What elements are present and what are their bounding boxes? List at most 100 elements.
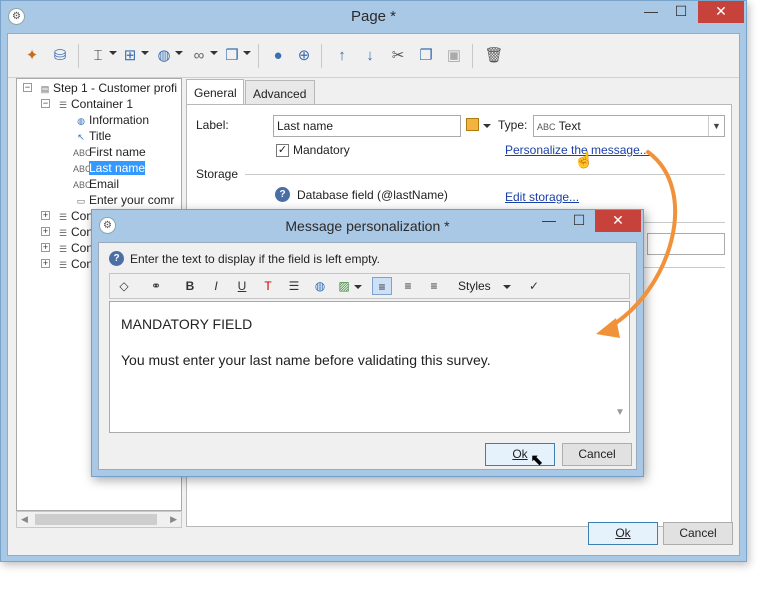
- message-editor[interactable]: MANDATORY FIELD You must enter your last…: [109, 301, 630, 433]
- type-select[interactable]: ABC Text ▼: [533, 115, 725, 137]
- container-icon: ☰: [58, 227, 68, 238]
- tree-item-title[interactable]: ↖ Title: [73, 128, 111, 144]
- cursor-icon: ↖: [77, 131, 85, 142]
- scroll-left-icon[interactable]: ◀: [21, 514, 28, 525]
- label-input[interactable]: Last name: [273, 115, 461, 137]
- rich-text-toolbar: ◇ ⚭ B I U T ☰ ◍ ▨ ≡ ≡ ≡ Styles ✓: [109, 273, 630, 299]
- chevron-down-icon[interactable]: [243, 51, 251, 55]
- bold-icon[interactable]: B: [180, 277, 200, 295]
- maximize-button[interactable]: ☐: [666, 1, 696, 23]
- tab-advanced[interactable]: Advanced: [245, 80, 315, 106]
- container-icon: ☰: [58, 211, 68, 222]
- expand-toggle[interactable]: +: [41, 243, 50, 252]
- editor-body: You must enter your last name before val…: [121, 352, 491, 368]
- binoculars-icon[interactable]: ⚭: [146, 277, 166, 295]
- align-right-icon[interactable]: ≡: [424, 277, 444, 295]
- chevron-down-icon[interactable]: [483, 124, 491, 128]
- text-color-icon[interactable]: T: [258, 277, 278, 295]
- help-icon: ?: [275, 187, 290, 202]
- tree-item-comment[interactable]: ▭ Enter your comr: [73, 192, 175, 208]
- mandatory-checkbox[interactable]: ✓ Mandatory: [276, 143, 350, 158]
- scroll-right-icon[interactable]: ▶: [170, 514, 177, 525]
- tree-item-email[interactable]: ABCEmail: [73, 176, 119, 192]
- window-title: Page *: [350, 8, 397, 25]
- collapse-toggle[interactable]: −: [41, 99, 50, 108]
- tree-item-information[interactable]: ◍ Information: [73, 112, 149, 128]
- field-icon[interactable]: ⊞: [120, 46, 140, 66]
- tree-item-container[interactable]: ☰ Container 1: [55, 96, 133, 112]
- tab-general[interactable]: General: [186, 79, 244, 106]
- storage-heading: Storage: [196, 167, 239, 181]
- hand-cursor-icon: ☝: [574, 152, 594, 169]
- align-left-icon[interactable]: ≡: [372, 277, 392, 295]
- image-icon[interactable]: ▨: [334, 277, 354, 295]
- personalization-icon[interactable]: [466, 118, 479, 131]
- type-caption: Type:: [498, 118, 528, 132]
- dialog-maximize-button[interactable]: ☐: [564, 210, 594, 232]
- text-cursor-icon[interactable]: ⌶: [88, 46, 108, 66]
- italic-icon[interactable]: I: [206, 277, 226, 295]
- arrow-up-icon[interactable]: ↑: [332, 46, 352, 66]
- bullet-list-icon[interactable]: ☰: [284, 277, 304, 295]
- dialog-close-button[interactable]: ✕: [595, 210, 641, 232]
- paste-icon[interactable]: ▣: [444, 46, 464, 66]
- ok-button[interactable]: Ok: [588, 522, 658, 545]
- wand-icon[interactable]: ✦: [22, 46, 42, 66]
- label-caption: Label:: [196, 118, 229, 132]
- chevron-down-icon[interactable]: [210, 51, 218, 55]
- editor-scrollbar[interactable]: ▼: [612, 302, 629, 432]
- chevron-down-icon[interactable]: [109, 51, 117, 55]
- help-icon: ?: [109, 251, 124, 266]
- database-field-label: Database field (@lastName): [297, 188, 448, 202]
- dialog-cancel-button[interactable]: Cancel: [562, 443, 632, 466]
- chevron-down-icon[interactable]: ▼: [708, 116, 724, 136]
- link-globe-icon[interactable]: ◍: [310, 277, 330, 295]
- chevron-down-icon[interactable]: [175, 51, 183, 55]
- styles-select[interactable]: Styles: [458, 279, 491, 293]
- copy-icon[interactable]: ❐: [416, 46, 436, 66]
- text-field-icon: ABC: [73, 179, 92, 190]
- dialog-client: ? Enter the text to display if the field…: [98, 242, 637, 470]
- chevron-down-icon[interactable]: [141, 51, 149, 55]
- underline-icon[interactable]: U: [232, 277, 252, 295]
- dialog-hint: Enter the text to display if the field i…: [130, 252, 380, 266]
- tree-item-first-name[interactable]: ABCFirst name: [73, 144, 146, 160]
- globe-icon[interactable]: ◍: [154, 46, 174, 66]
- page-icon: ▤: [40, 83, 50, 94]
- container-icon: ☰: [58, 259, 68, 270]
- tree-item-last-name[interactable]: ABCLast name: [73, 160, 146, 176]
- add-user-icon[interactable]: ⊕: [294, 46, 314, 66]
- database-icon[interactable]: ⛁: [50, 46, 70, 66]
- text-field-icon: ABC: [73, 147, 92, 158]
- title-bar[interactable]: ⚙ Page * — ☐ ✕: [1, 1, 746, 33]
- tree-item-step[interactable]: ▤ Step 1 - Customer profi: [37, 80, 177, 96]
- link-icon[interactable]: ∞: [189, 46, 209, 66]
- scroll-thumb[interactable]: [35, 514, 157, 525]
- hidden-input[interactable]: [647, 233, 725, 255]
- scroll-down-icon[interactable]: ▼: [615, 407, 625, 418]
- cancel-button[interactable]: Cancel: [663, 522, 733, 545]
- expand-toggle[interactable]: +: [41, 259, 50, 268]
- package-icon[interactable]: ❒: [222, 46, 242, 66]
- edit-storage-link[interactable]: Edit storage...: [505, 190, 579, 204]
- dialog-minimize-button[interactable]: —: [534, 210, 564, 232]
- text-field-icon: ABC: [73, 163, 92, 174]
- expand-toggle[interactable]: +: [41, 211, 50, 220]
- close-button[interactable]: ✕: [698, 1, 744, 23]
- tree-horizontal-scrollbar[interactable]: ◀ ▶: [16, 511, 182, 528]
- chevron-down-icon[interactable]: [354, 285, 362, 289]
- collapse-toggle[interactable]: −: [23, 83, 32, 92]
- source-icon[interactable]: ◇: [114, 277, 134, 295]
- cut-icon[interactable]: ✂: [388, 46, 408, 66]
- trash-icon[interactable]: 🗑: [484, 46, 504, 66]
- container-icon: ☰: [58, 99, 68, 110]
- expand-toggle[interactable]: +: [41, 227, 50, 236]
- align-center-icon[interactable]: ≡: [398, 277, 418, 295]
- check-icon[interactable]: ✓: [276, 144, 289, 158]
- arrow-down-icon[interactable]: ↓: [360, 46, 380, 66]
- chevron-down-icon[interactable]: [503, 285, 511, 289]
- spellcheck-icon[interactable]: ✓: [524, 277, 544, 295]
- minimize-button[interactable]: —: [636, 1, 666, 23]
- dialog-ok-button[interactable]: Ok: [485, 443, 555, 466]
- user-icon[interactable]: ●: [268, 46, 288, 66]
